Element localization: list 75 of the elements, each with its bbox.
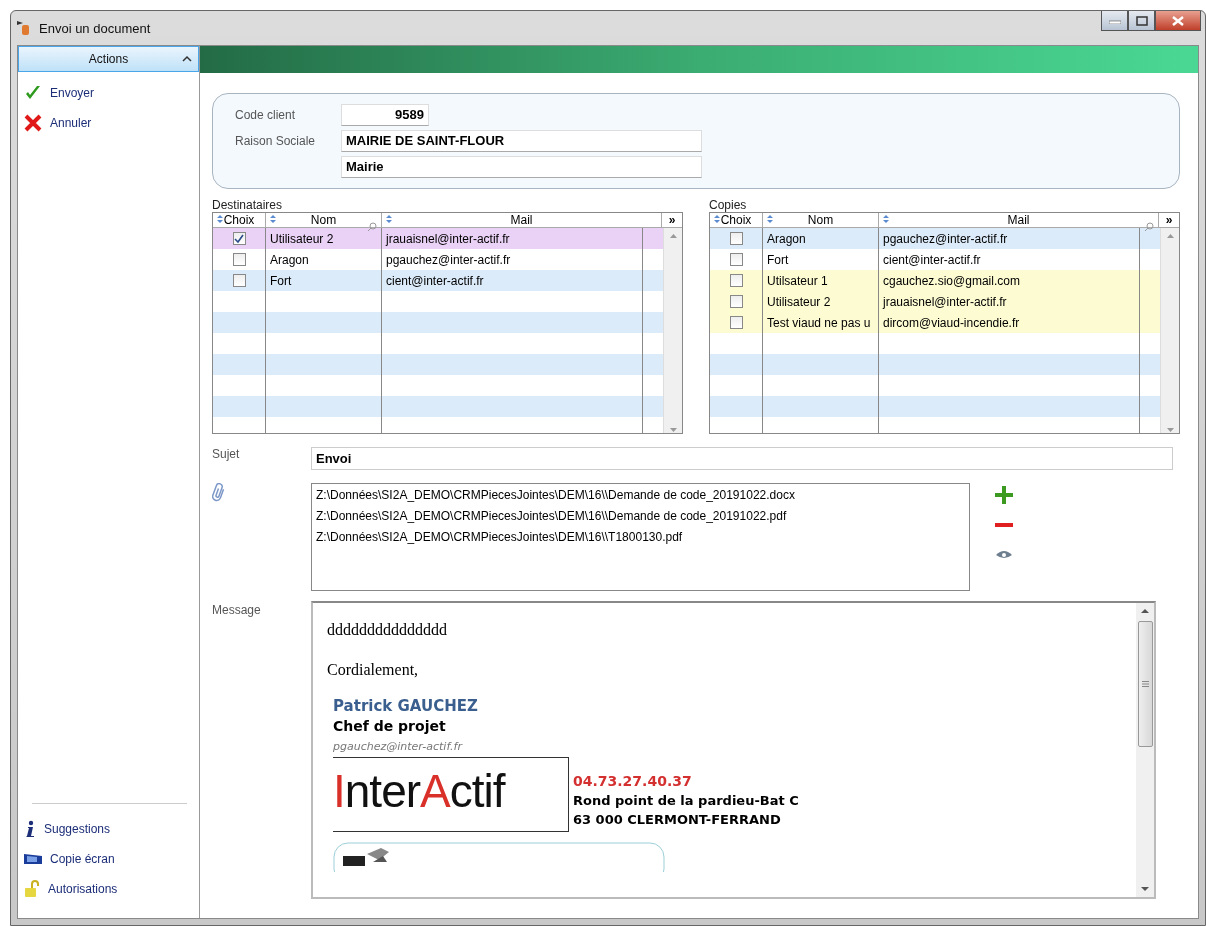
checkbox[interactable]	[729, 253, 743, 266]
signature-name: Patrick GAUCHEZ	[333, 697, 479, 715]
action-link[interactable]: Annuler	[18, 108, 199, 138]
grid-row[interactable]: Aragon pgauchez@inter-actif.fr	[710, 228, 1160, 249]
paperclip-icon	[212, 483, 226, 503]
company-logo: InterActif	[333, 757, 569, 832]
add-button[interactable]	[994, 485, 1014, 505]
maximize-icon	[1135, 15, 1148, 26]
attachment-path[interactable]: Z:\Données\SI2A_DEMO\CRMPiecesJointes\DEM\16\\T1800130.pdf	[316, 527, 965, 548]
window-title: Envoi un document	[39, 20, 152, 36]
attachment-list[interactable]	[311, 483, 970, 591]
field-label: Code client	[235, 108, 297, 123]
action-link[interactable]: Envoyer	[18, 78, 199, 108]
grip-icon	[1141, 681, 1149, 687]
signature-address: 63 000 CLERMONT-FERRAND	[573, 812, 782, 827]
code-field[interactable]: 9589	[341, 104, 429, 127]
grid-title: Copies	[709, 198, 748, 212]
sort-icon	[269, 215, 277, 223]
scrollbar[interactable]	[1136, 603, 1154, 897]
type-field[interactable]: Mairie	[341, 155, 702, 178]
sort-icon	[713, 215, 721, 223]
checkbox[interactable]	[729, 295, 743, 308]
minimize-button[interactable]	[1101, 11, 1128, 31]
subject-field[interactable]: Envoi	[311, 447, 1173, 470]
checkbox[interactable]	[729, 316, 743, 329]
grid-row[interactable]: Fort cient@inter-actif.fr	[213, 270, 663, 291]
checkbox[interactable]	[232, 232, 246, 245]
field-label: Raison Sociale	[235, 134, 317, 148]
minimize-icon	[1108, 17, 1121, 24]
plus-icon	[995, 486, 1013, 504]
checkbox[interactable]	[232, 274, 246, 287]
app-icon	[17, 20, 31, 36]
action-link[interactable]: Suggestions	[18, 814, 199, 844]
search-icon[interactable]	[1144, 222, 1154, 232]
sort-icon	[216, 215, 224, 223]
grid-row[interactable]: Utilisateur 2 jrauaisnel@inter-actif.fr	[213, 228, 663, 249]
padlock-icon	[24, 880, 40, 898]
close-icon	[1172, 15, 1184, 26]
scroll-thumb[interactable]	[1137, 621, 1153, 747]
signature-role: Chef de projet	[333, 718, 447, 734]
field-label: Message	[212, 603, 262, 617]
minus-icon	[995, 522, 1013, 528]
column-header[interactable]: Nom	[763, 213, 879, 227]
column-header[interactable]: Choix	[213, 213, 266, 227]
attachment-path[interactable]: Z:\Données\SI2A_DEMO\CRMPiecesJointes\DEM\16\\Demande de code_20191022.pdf	[316, 506, 965, 527]
screen-icon	[24, 853, 42, 865]
signature-phone: 04.73.27.40.37	[573, 773, 693, 789]
checkbox[interactable]	[232, 253, 246, 266]
signature-address: Rond point de la pardieu-Bat C	[573, 793, 799, 808]
search-icon[interactable]	[367, 222, 377, 232]
checkbox[interactable]	[729, 274, 743, 287]
grid-row[interactable]: Utilsateur 1 cgauchez.sio@gmail.com	[710, 270, 1160, 291]
action-link[interactable]: Copie écran	[18, 844, 199, 874]
action-link[interactable]: Autorisations	[18, 874, 199, 904]
column-header[interactable]: Choix	[710, 213, 763, 227]
grid-title: Destinataires	[212, 198, 284, 212]
company-field[interactable]: MAIRIE DE SAINT-FLOUR	[341, 130, 702, 152]
cross-icon	[24, 114, 42, 132]
field-label: Sujet	[212, 447, 241, 461]
actions-header[interactable]: Actions	[18, 46, 199, 72]
eye-icon	[995, 550, 1013, 560]
grid-row[interactable]: Utilisateur 2 jrauaisnel@inter-actif.fr	[710, 291, 1160, 312]
message-text: ddddddddddddddd	[327, 621, 448, 639]
maximize-button[interactable]	[1128, 11, 1155, 31]
sort-icon	[882, 215, 890, 223]
sort-icon	[385, 215, 393, 223]
message-text: Cordialement,	[327, 661, 420, 679]
signature-email: pgauchez@inter-actif.fr	[333, 740, 462, 753]
info-icon	[24, 820, 36, 838]
attachment-path[interactable]: Z:\Données\SI2A_DEMO\CRMPiecesJointes\DEM\16\\Demande de code_20191022.docx	[316, 485, 965, 506]
checkbox[interactable]	[729, 232, 743, 245]
sort-icon	[766, 215, 774, 223]
grid-row[interactable]: Test viaud ne pas u dircom@viaud-incendie.fr	[710, 312, 1160, 333]
close-button[interactable]	[1155, 11, 1201, 31]
message-editor[interactable]: ddddddddddddddd Cordialement, Patrick GAUCHEZ Chef de projet pgauchez@inter-actif.fr InterActif 04.73.27.40.37 Rond point de la pardieu-Bat C 63 000 CLERMONT-FERRAND	[311, 601, 1156, 899]
